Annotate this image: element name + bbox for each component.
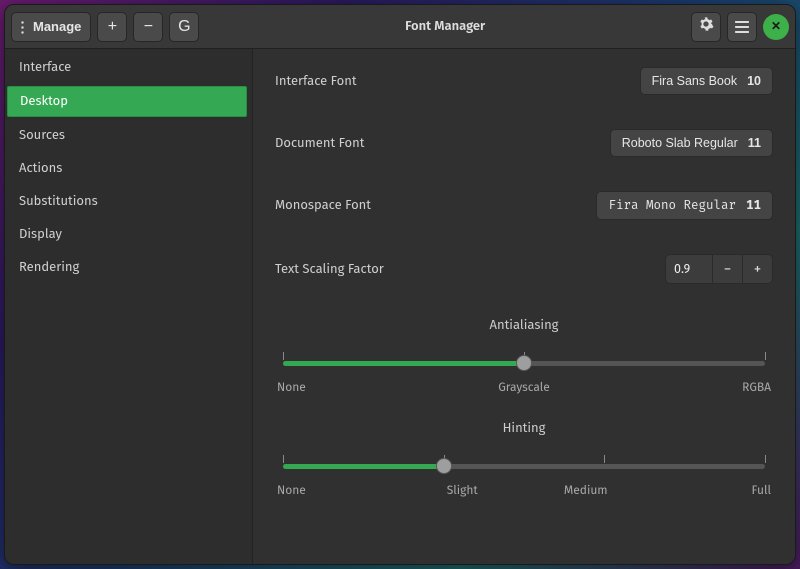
- monospace-font-name: Fira Mono Regular: [608, 198, 736, 213]
- hinting-slider[interactable]: [283, 452, 765, 478]
- g-button[interactable]: G: [169, 12, 199, 42]
- antialiasing-thumb[interactable]: [516, 355, 532, 371]
- menu-button[interactable]: [727, 12, 757, 42]
- sidebar-item-rendering[interactable]: Rendering: [5, 251, 252, 284]
- monospace-font-label: Monospace Font: [275, 198, 371, 213]
- monospace-font-size: 11: [746, 198, 761, 213]
- header-bar: Manage + − G Font Manager ✕: [5, 5, 795, 49]
- text-scaling-label: Text Scaling Factor: [275, 262, 384, 277]
- sidebar-item-interface[interactable]: Interface: [5, 51, 252, 84]
- document-font-label: Document Font: [275, 136, 364, 151]
- antialiasing-option-label: RGBA: [606, 381, 771, 395]
- app-window: Manage + − G Font Manager ✕: [4, 4, 796, 565]
- hinting-title: Hinting: [275, 421, 773, 436]
- interface-font-label: Interface Font: [275, 74, 357, 89]
- manage-label: Manage: [33, 19, 81, 34]
- interface-font-size: 10: [747, 74, 761, 88]
- text-scaling-spin[interactable]: 0.9 − +: [665, 254, 773, 284]
- hinting-section: Hinting NoneSlightMediumFull: [275, 421, 773, 498]
- sidebar-item-desktop[interactable]: Desktop: [7, 86, 247, 117]
- antialiasing-option-label: Grayscale: [442, 381, 607, 395]
- hinting-option-label: Slight: [401, 484, 525, 498]
- monospace-font-button[interactable]: Fira Mono Regular 11: [596, 191, 773, 220]
- sidebar: InterfaceDesktopSourcesActionsSubstituti…: [5, 49, 253, 564]
- antialiasing-tick: [283, 352, 284, 360]
- hinting-tick: [283, 455, 284, 463]
- hamburger-icon: [735, 26, 749, 28]
- antialiasing-slider[interactable]: [283, 349, 765, 375]
- sidebar-item-sources[interactable]: Sources: [5, 119, 252, 152]
- sidebar-item-display[interactable]: Display: [5, 218, 252, 251]
- antialiasing-tick: [765, 352, 766, 360]
- close-button[interactable]: ✕: [763, 14, 789, 40]
- antialiasing-section: Antialiasing NoneGrayscaleRGBA: [275, 318, 773, 395]
- document-font-name: Roboto Slab Regular: [622, 136, 738, 150]
- text-scaling-increment[interactable]: +: [742, 255, 772, 283]
- desktop-settings-pane: Interface Font Fira Sans Book 10 Documen…: [253, 49, 795, 564]
- antialiasing-title: Antialiasing: [275, 318, 773, 333]
- interface-font-button[interactable]: Fira Sans Book 10: [640, 67, 773, 95]
- sidebar-item-actions[interactable]: Actions: [5, 152, 252, 185]
- manage-menu-button[interactable]: Manage: [11, 12, 91, 42]
- plus-icon: +: [108, 18, 117, 36]
- settings-button[interactable]: [691, 12, 721, 42]
- remove-button[interactable]: −: [133, 12, 163, 42]
- add-button[interactable]: +: [97, 12, 127, 42]
- document-font-size: 11: [748, 136, 761, 150]
- close-icon: ✕: [771, 19, 781, 34]
- minus-icon: −: [724, 260, 732, 278]
- antialiasing-labels: NoneGrayscaleRGBA: [277, 381, 771, 395]
- hinting-thumb[interactable]: [436, 458, 452, 474]
- sidebar-item-substitutions[interactable]: Substitutions: [5, 185, 252, 218]
- g-label: G: [178, 18, 190, 36]
- gear-icon: [698, 16, 714, 37]
- document-font-button[interactable]: Roboto Slab Regular 11: [610, 129, 773, 157]
- hinting-option-label: None: [277, 484, 401, 498]
- minus-icon: −: [144, 18, 153, 36]
- plus-icon: +: [754, 260, 762, 278]
- hinting-labels: NoneSlightMediumFull: [277, 484, 771, 498]
- antialiasing-option-label: None: [277, 381, 442, 395]
- window-title: Font Manager: [199, 19, 691, 34]
- hinting-tick: [765, 455, 766, 463]
- text-scaling-decrement[interactable]: −: [712, 255, 742, 283]
- hinting-option-label: Full: [648, 484, 772, 498]
- interface-font-name: Fira Sans Book: [652, 74, 737, 88]
- hinting-tick: [604, 455, 605, 463]
- hinting-option-label: Medium: [524, 484, 648, 498]
- text-scaling-value: 0.9: [666, 255, 712, 283]
